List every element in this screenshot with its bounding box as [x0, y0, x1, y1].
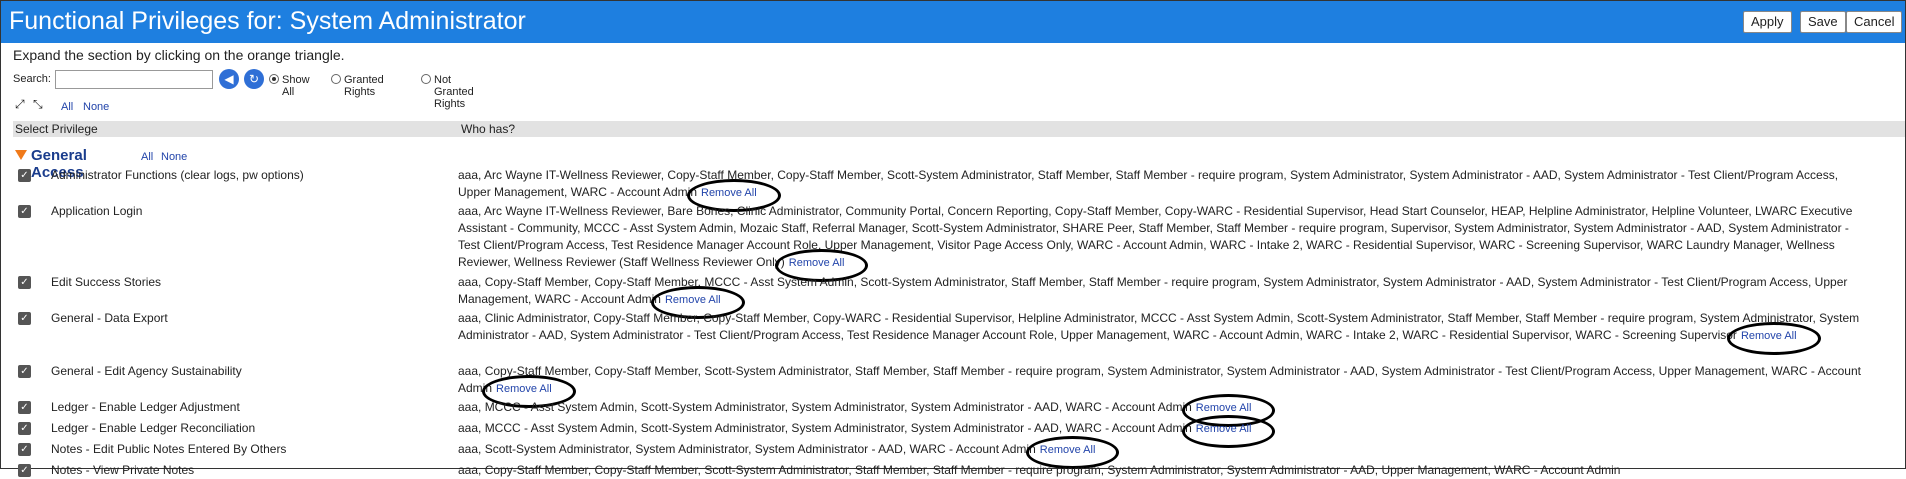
instruction-text: Expand the section by clicking on the or…: [13, 47, 345, 63]
remove-all-link[interactable]: Remove All: [774, 249, 868, 282]
privilege-name: Notes - Edit Public Notes Entered By Oth…: [51, 442, 287, 456]
select-none-link[interactable]: None: [83, 101, 109, 113]
remove-all-link[interactable]: Remove All: [1025, 436, 1119, 469]
section-all-link[interactable]: All: [141, 151, 153, 163]
column-select-privilege: Select Privilege: [15, 122, 98, 136]
row-checkbox[interactable]: ✓: [18, 443, 31, 456]
who-has-text: aaa, Arc Wayne IT-Wellness Reviewer, Cop…: [458, 168, 1839, 199]
collapse-all-icon[interactable]: ⤡: [33, 97, 43, 112]
privilege-name: General - Edit Agency Sustainability: [51, 364, 242, 378]
title-bar: Functional Privileges for: System Admini…: [1, 1, 1905, 43]
who-has-text: aaa, Copy-Staff Member, Copy-Staff Membe…: [458, 364, 1861, 395]
who-has-list: aaa, MCCC - Asst System Admin, Scott-Sys…: [458, 415, 1873, 448]
radio-label-not-granted-rights: Not Granted Rights: [434, 74, 474, 110]
privilege-name: General - Data Export: [51, 311, 168, 325]
column-who-has: Who has?: [461, 122, 516, 136]
who-has-text: aaa, Arc Wayne IT-Wellness Reviewer, Bar…: [458, 204, 1853, 269]
row-checkbox[interactable]: ✓: [18, 365, 31, 378]
who-has-list: aaa, Copy-Staff Member, Copy-Staff Membe…: [458, 462, 1873, 479]
privilege-name: Application Login: [51, 204, 143, 218]
section-none-link[interactable]: None: [161, 151, 187, 163]
privilege-name: Administrator Functions (clear logs, pw …: [51, 168, 304, 182]
save-button[interactable]: Save: [1800, 11, 1846, 33]
row-checkbox[interactable]: ✓: [18, 422, 31, 435]
who-has-list: aaa, Scott-System Administrator, System …: [458, 436, 1873, 469]
apply-button[interactable]: Apply: [1743, 11, 1792, 33]
row-checkbox[interactable]: ✓: [18, 169, 31, 182]
row-checkbox[interactable]: ✓: [18, 205, 31, 218]
remove-all-link[interactable]: Remove All: [482, 375, 576, 408]
remove-all-link[interactable]: Remove All: [1181, 415, 1275, 448]
privilege-name: Edit Success Stories: [51, 275, 162, 289]
privilege-name: Ledger - Enable Ledger Adjustment: [51, 400, 240, 414]
row-checkbox[interactable]: ✓: [18, 464, 31, 477]
who-has-text: aaa, MCCC - Asst System Admin, Scott-Sys…: [458, 421, 1192, 435]
radio-label-show-all: Show All: [282, 74, 310, 98]
search-back-icon[interactable]: ◀: [219, 69, 239, 89]
search-refresh-icon[interactable]: ↻: [244, 69, 264, 89]
remove-all-link[interactable]: Remove All: [1726, 322, 1821, 355]
who-has-list: aaa, Arc Wayne IT-Wellness Reviewer, Bar…: [458, 203, 1873, 282]
who-has-list: aaa, Arc Wayne IT-Wellness Reviewer, Cop…: [458, 167, 1873, 212]
radio-show-all[interactable]: [269, 74, 279, 84]
who-has-text: aaa, Clinic Administrator, Copy-Staff Me…: [458, 311, 1860, 342]
who-has-list: aaa, Copy-Staff Member, Copy-Staff Membe…: [458, 274, 1873, 319]
radio-not-granted-rights[interactable]: [421, 74, 431, 84]
row-checkbox[interactable]: ✓: [18, 401, 31, 414]
search-input[interactable]: [55, 70, 213, 89]
remove-all-link[interactable]: Remove All: [687, 179, 781, 212]
who-has-list: aaa, Copy-Staff Member, Copy-Staff Membe…: [458, 363, 1873, 408]
cancel-button[interactable]: Cancel: [1846, 11, 1903, 33]
who-has-list: aaa, Clinic Administrator, Copy-Staff Me…: [458, 310, 1873, 355]
remove-all-link[interactable]: Remove All: [651, 286, 745, 319]
select-all-link[interactable]: All: [61, 101, 73, 113]
page-title: Functional Privileges for: System Admini…: [9, 7, 526, 35]
who-has-list: aaa, MCCC - Asst System Admin, Scott-Sys…: [458, 394, 1873, 427]
who-has-text: aaa, MCCC - Asst System Admin, Scott-Sys…: [458, 400, 1192, 414]
column-header: Select Privilege Who has?: [13, 121, 1905, 137]
privilege-name: Ledger - Enable Ledger Reconciliation: [51, 421, 256, 435]
row-checkbox[interactable]: ✓: [18, 312, 31, 325]
radio-label-granted-rights: Granted Rights: [344, 74, 384, 98]
privilege-name: Notes - View Private Notes: [51, 463, 195, 477]
radio-granted-rights[interactable]: [331, 74, 341, 84]
who-has-text: aaa, Copy-Staff Member, Copy-Staff Membe…: [458, 463, 1621, 477]
expand-triangle-icon[interactable]: [15, 150, 27, 160]
expand-all-icon[interactable]: ⤢: [15, 97, 25, 112]
row-checkbox[interactable]: ✓: [18, 276, 31, 289]
who-has-text: aaa, Scott-System Administrator, System …: [458, 442, 1036, 456]
search-label: Search:: [13, 73, 51, 85]
